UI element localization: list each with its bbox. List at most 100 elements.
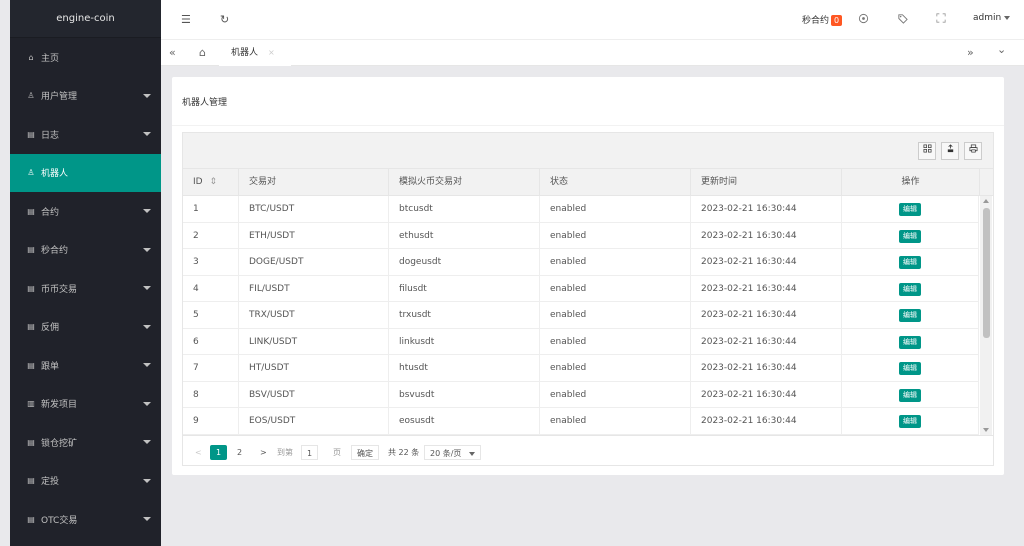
cell-id: 3 bbox=[183, 249, 239, 276]
cell-status: enabled bbox=[540, 222, 691, 249]
cell-huobi: filusdt bbox=[389, 275, 540, 302]
menu-toggle-icon[interactable]: ☰ bbox=[181, 13, 191, 26]
user-menu[interactable]: admin bbox=[973, 13, 1011, 23]
table-scrollbar[interactable] bbox=[980, 196, 992, 435]
edit-button[interactable]: 编辑 bbox=[899, 256, 921, 269]
user-icon: ♙ bbox=[27, 91, 35, 101]
column-header-status: 状态 bbox=[540, 169, 691, 196]
cell-status: enabled bbox=[540, 408, 691, 435]
scroll-thumb[interactable] bbox=[983, 208, 990, 338]
table-row: 1 BTC/USDT btcusdt enabled 2023-02-21 16:30:… bbox=[183, 196, 979, 223]
cell-actions: 编辑 bbox=[842, 408, 979, 435]
sidebar-item-3[interactable]: ♙ 机器人 bbox=[10, 153, 161, 192]
cell-actions: 编辑 bbox=[842, 381, 979, 408]
sidebar-item-1[interactable]: ♙ 用户管理 bbox=[10, 77, 161, 116]
next-page-button[interactable]: > bbox=[260, 445, 267, 460]
cell-pair: BSV/USDT bbox=[239, 381, 389, 408]
cell-status: enabled bbox=[540, 328, 691, 355]
tab-label: 机器人 bbox=[231, 48, 259, 58]
cell-id: 5 bbox=[183, 302, 239, 329]
page-size-select[interactable]: 20 条/页 bbox=[424, 445, 482, 460]
goto-page-input[interactable]: 1 bbox=[301, 445, 319, 460]
file-icon: ▤ bbox=[27, 437, 35, 447]
tab-robot[interactable]: 机器人 × bbox=[219, 40, 291, 66]
cell-pair: FIL/USDT bbox=[239, 275, 389, 302]
sidebar-item-12[interactable]: ▤ OTC交易 bbox=[10, 500, 161, 539]
page-2-button[interactable]: 2 bbox=[237, 445, 242, 460]
chevron-down-icon bbox=[143, 247, 151, 252]
sidebar-item-label: 锁仓挖矿 bbox=[41, 438, 78, 449]
sidebar: engine-coin ⌂ 主页 ♙ 用户管理 ▤ 日志 ♙ 机器人 ▤ 合约 ▤ 秒合约 ▤ 币币交易 ▤… bbox=[10, 0, 161, 546]
scroll-down-icon[interactable] bbox=[983, 428, 989, 432]
edit-button[interactable]: 编辑 bbox=[899, 282, 921, 296]
sidebar-item-11[interactable]: ▤ 定投 bbox=[10, 462, 161, 501]
edit-button[interactable]: 编辑 bbox=[899, 362, 921, 375]
sidebar-item-label: 币币交易 bbox=[41, 284, 78, 295]
sidebar-item-0[interactable]: ⌂ 主页 bbox=[10, 38, 161, 77]
sidebar-item-label: 新发项目 bbox=[41, 400, 78, 411]
cell-status: enabled bbox=[540, 381, 691, 408]
sidebar-item-7[interactable]: ▤ 反佣 bbox=[10, 308, 161, 347]
cell-actions: 编辑 bbox=[842, 275, 979, 302]
page-size-value: 20 条/页 bbox=[430, 449, 462, 458]
cell-id: 7 bbox=[183, 355, 239, 382]
edit-button[interactable]: 编辑 bbox=[899, 229, 921, 243]
tab-bar: « ⌂ 机器人 × » ⌄ bbox=[161, 40, 1024, 66]
prev-page-button[interactable]: < bbox=[195, 445, 202, 460]
cell-pair: DOGE/USDT bbox=[239, 249, 389, 276]
column-header-actions: 操作 bbox=[842, 169, 980, 196]
sidebar-item-4[interactable]: ▤ 合约 bbox=[10, 192, 161, 231]
table-body: 1 BTC/USDT btcusdt enabled 2023-02-21 16:30:… bbox=[183, 196, 993, 435]
edit-button[interactable]: 编辑 bbox=[899, 309, 921, 322]
export-icon[interactable] bbox=[941, 142, 959, 160]
columns-filter-icon[interactable] bbox=[918, 142, 936, 160]
edit-button[interactable]: 编辑 bbox=[899, 388, 921, 402]
sort-icon[interactable]: ⇕ bbox=[209, 177, 217, 187]
close-icon[interactable]: × bbox=[268, 48, 275, 57]
tag-icon[interactable] bbox=[897, 13, 908, 27]
column-header-id[interactable]: ID ⇕ bbox=[183, 169, 239, 196]
edit-button[interactable]: 编辑 bbox=[899, 335, 921, 349]
file-icon: ▤ bbox=[27, 245, 35, 255]
page-1-button[interactable]: 1 bbox=[210, 445, 227, 460]
sidebar-item-6[interactable]: ▤ 币币交易 bbox=[10, 269, 161, 308]
tabs-next-icon[interactable]: » bbox=[967, 46, 974, 59]
cell-huobi: dogeusdt bbox=[389, 249, 540, 276]
cell-pair: ETH/USDT bbox=[239, 222, 389, 249]
edit-button[interactable]: 编辑 bbox=[899, 203, 921, 216]
cell-huobi: trxusdt bbox=[389, 302, 540, 329]
fullscreen-icon[interactable] bbox=[936, 13, 946, 26]
sidebar-item-label: 秒合约 bbox=[41, 246, 69, 257]
sidebar-item-10[interactable]: ▤ 锁仓挖矿 bbox=[10, 423, 161, 462]
tabs-more-icon[interactable]: ⌄ bbox=[997, 43, 1006, 56]
cell-id: 4 bbox=[183, 275, 239, 302]
print-icon[interactable] bbox=[964, 142, 982, 160]
cell-pair: TRX/USDT bbox=[239, 302, 389, 329]
table-toolbar bbox=[183, 133, 993, 169]
cell-actions: 编辑 bbox=[842, 249, 979, 276]
cell-huobi: eosusdt bbox=[389, 408, 540, 435]
cell-actions: 编辑 bbox=[842, 355, 979, 382]
table-header: ID ⇕ 交易对 模拟火币交易对 状态 更新时间 操作 bbox=[183, 169, 993, 196]
sidebar-item-2[interactable]: ▤ 日志 bbox=[10, 115, 161, 154]
cell-pair: LINK/USDT bbox=[239, 328, 389, 355]
second-contract-notice[interactable]: 秒合约 0 bbox=[802, 13, 843, 26]
home-tab-icon[interactable]: ⌂ bbox=[199, 46, 206, 59]
sidebar-item-label: 跟单 bbox=[41, 361, 60, 372]
cell-id: 9 bbox=[183, 408, 239, 435]
goto-confirm-button[interactable]: 确定 bbox=[351, 445, 379, 460]
chevron-down-icon bbox=[143, 440, 151, 445]
tabs-prev-icon[interactable]: « bbox=[169, 46, 176, 59]
refresh-icon[interactable]: ↻ bbox=[220, 13, 229, 26]
scroll-up-icon[interactable] bbox=[983, 199, 989, 203]
sidebar-item-9[interactable]: ▥ 新发项目 bbox=[10, 385, 161, 424]
sidebar-item-8[interactable]: ▤ 跟单 bbox=[10, 346, 161, 385]
cell-actions: 编辑 bbox=[842, 196, 979, 223]
chevron-down-icon bbox=[143, 286, 151, 291]
cell-actions: 编辑 bbox=[842, 302, 979, 329]
cell-updated: 2023-02-21 16:30:44 bbox=[691, 222, 842, 249]
theme-icon[interactable] bbox=[858, 13, 869, 27]
edit-button[interactable]: 编辑 bbox=[899, 415, 921, 428]
sidebar-item-5[interactable]: ▤ 秒合约 bbox=[10, 231, 161, 270]
file-icon: ▤ bbox=[27, 476, 35, 486]
